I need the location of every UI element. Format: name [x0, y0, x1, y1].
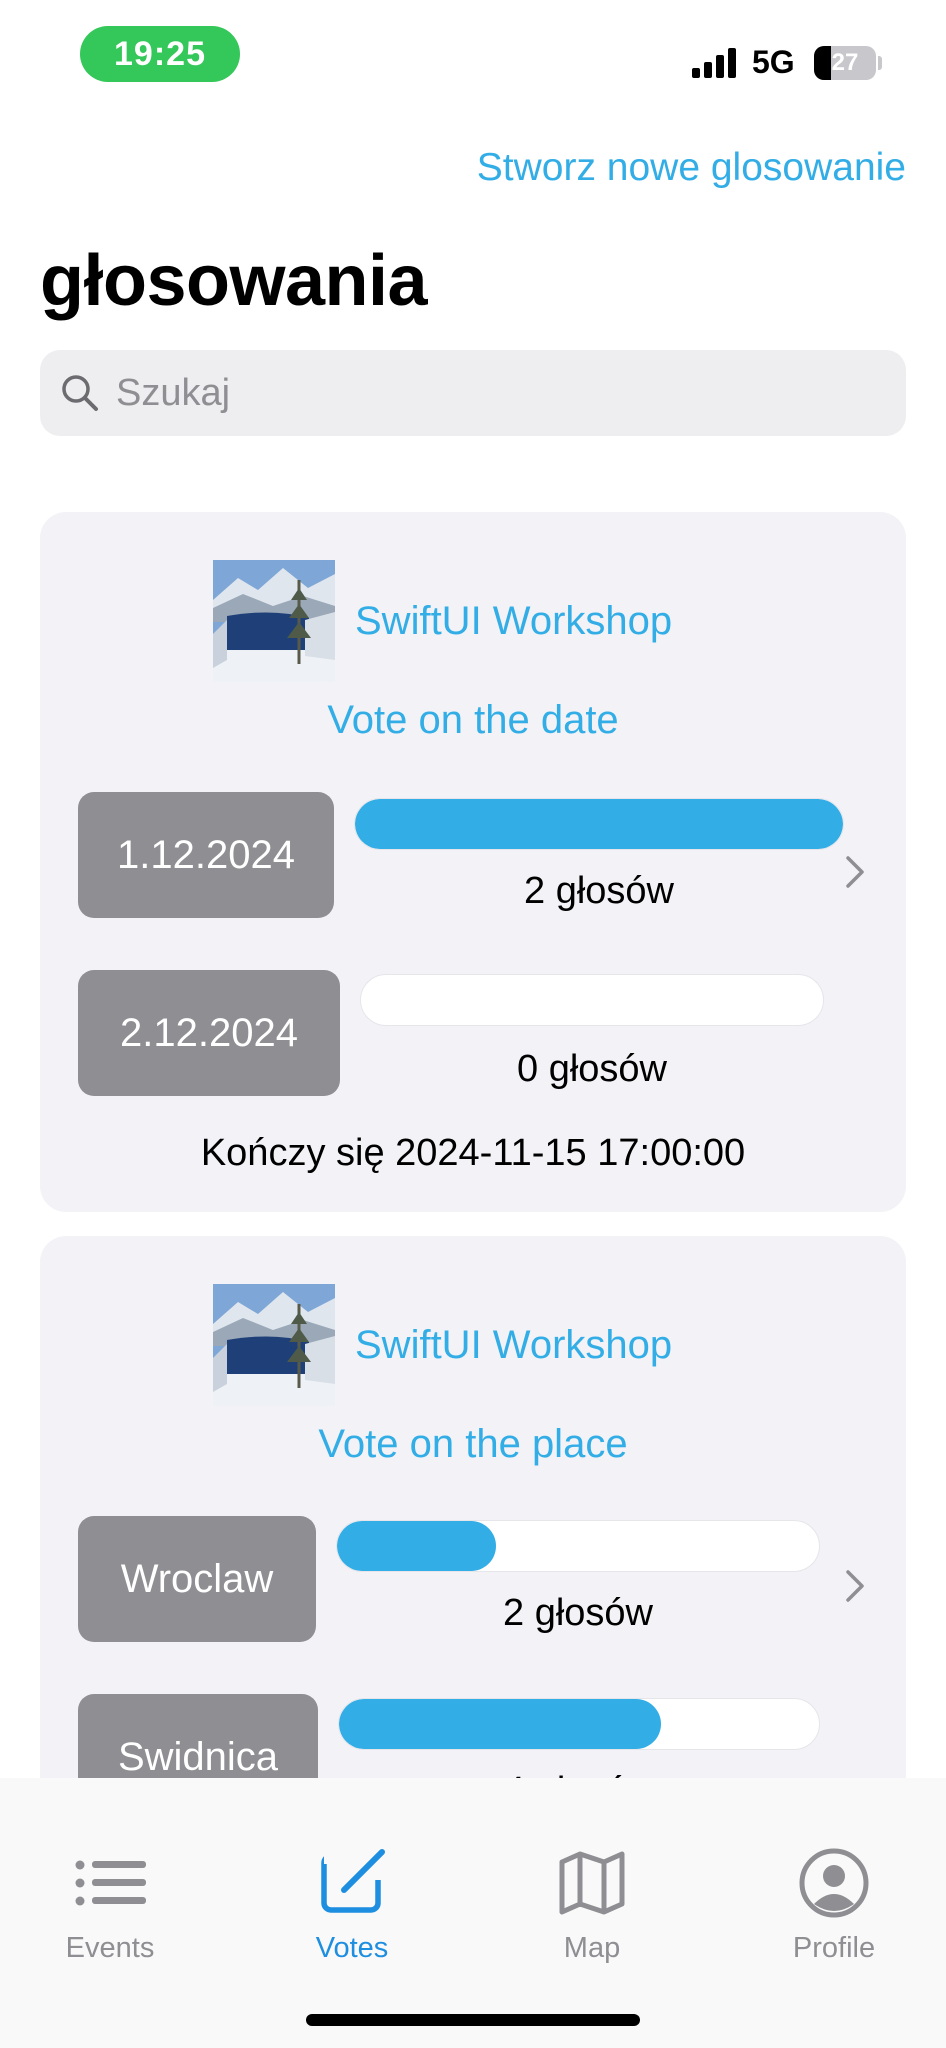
tab-label: Profile — [792, 1932, 876, 1964]
vote-count: 4 głosów — [338, 1770, 820, 1778]
battery-fill — [814, 46, 831, 80]
vote-subject: Vote on the place — [318, 1422, 628, 1466]
vote-count: 0 głosów — [517, 1048, 667, 1090]
status-time: 19:25 — [80, 26, 240, 82]
profile-icon — [799, 1848, 869, 1918]
search-bar[interactable] — [40, 350, 906, 436]
compose-icon — [321, 1849, 390, 1913]
tab-profile[interactable]: Profile — [754, 1848, 914, 1965]
poll-card[interactable]: SwiftUI Workshop Vote on the place Wrocl… — [40, 1236, 906, 1778]
chevron-right-icon[interactable] — [840, 852, 870, 892]
event-thumbnail — [213, 560, 335, 682]
vote-option-chip[interactable]: 1.12.2024 — [78, 792, 334, 918]
vote-option-chip[interactable]: Wroclaw — [78, 1516, 316, 1642]
list-icon — [75, 1860, 146, 1906]
battery-icon: 27 — [814, 46, 876, 80]
cellular-signal-icon — [692, 48, 736, 78]
vote-progress-bar — [338, 1698, 820, 1750]
battery-percent: 27 — [831, 49, 859, 76]
vote-option-chip[interactable]: Swidnica — [78, 1694, 318, 1778]
vote-progress-fill — [355, 799, 843, 849]
vote-progress-fill — [339, 1699, 661, 1749]
network-type: 5G — [752, 44, 795, 80]
vote-count: 2 głosów — [524, 870, 674, 912]
vote-subject: Vote on the date — [327, 698, 619, 742]
status-bar: 19:25 5G 27 — [0, 0, 946, 110]
map-icon — [559, 1851, 625, 1915]
vote-progress-bar — [336, 1520, 820, 1572]
poll-event-header: SwiftUI Workshop — [213, 1284, 672, 1406]
polls-list[interactable]: SwiftUI Workshop Vote on the date 1.12.2… — [0, 470, 946, 1778]
vote-progress-bar — [354, 798, 844, 850]
tab-label: Map — [563, 1932, 621, 1964]
search-input[interactable] — [116, 371, 816, 415]
search-icon — [62, 375, 98, 411]
tab-map[interactable]: Map — [512, 1848, 672, 1965]
poll-card[interactable]: SwiftUI Workshop Vote on the date 1.12.2… — [40, 512, 906, 1212]
vote-progress-fill — [337, 1521, 497, 1571]
poll-event-header: SwiftUI Workshop — [213, 560, 672, 682]
tab-bar: Events Votes Map Profile — [0, 1778, 946, 2048]
event-thumbnail — [213, 1284, 335, 1406]
chevron-right-icon[interactable] — [840, 1566, 870, 1606]
event-name[interactable]: SwiftUI Workshop — [355, 1323, 672, 1368]
tab-votes[interactable]: Votes — [272, 1848, 432, 1965]
home-indicator — [306, 2014, 640, 2026]
tab-events[interactable]: Events — [30, 1848, 190, 1965]
page-title: głosowania — [40, 241, 428, 321]
vote-progress-bar — [360, 974, 824, 1026]
create-vote-button[interactable]: Stworz nowe glosowanie — [477, 146, 906, 190]
vote-count: 2 głosów — [503, 1592, 653, 1634]
vote-option-chip[interactable]: 2.12.2024 — [78, 970, 340, 1096]
battery-nub — [878, 56, 882, 70]
poll-end-date: Kończy się 2024-11-15 17:00:00 — [200, 1132, 746, 1174]
tab-label: Events — [65, 1932, 155, 1964]
event-name[interactable]: SwiftUI Workshop — [355, 599, 672, 644]
tab-label: Votes — [315, 1932, 389, 1964]
